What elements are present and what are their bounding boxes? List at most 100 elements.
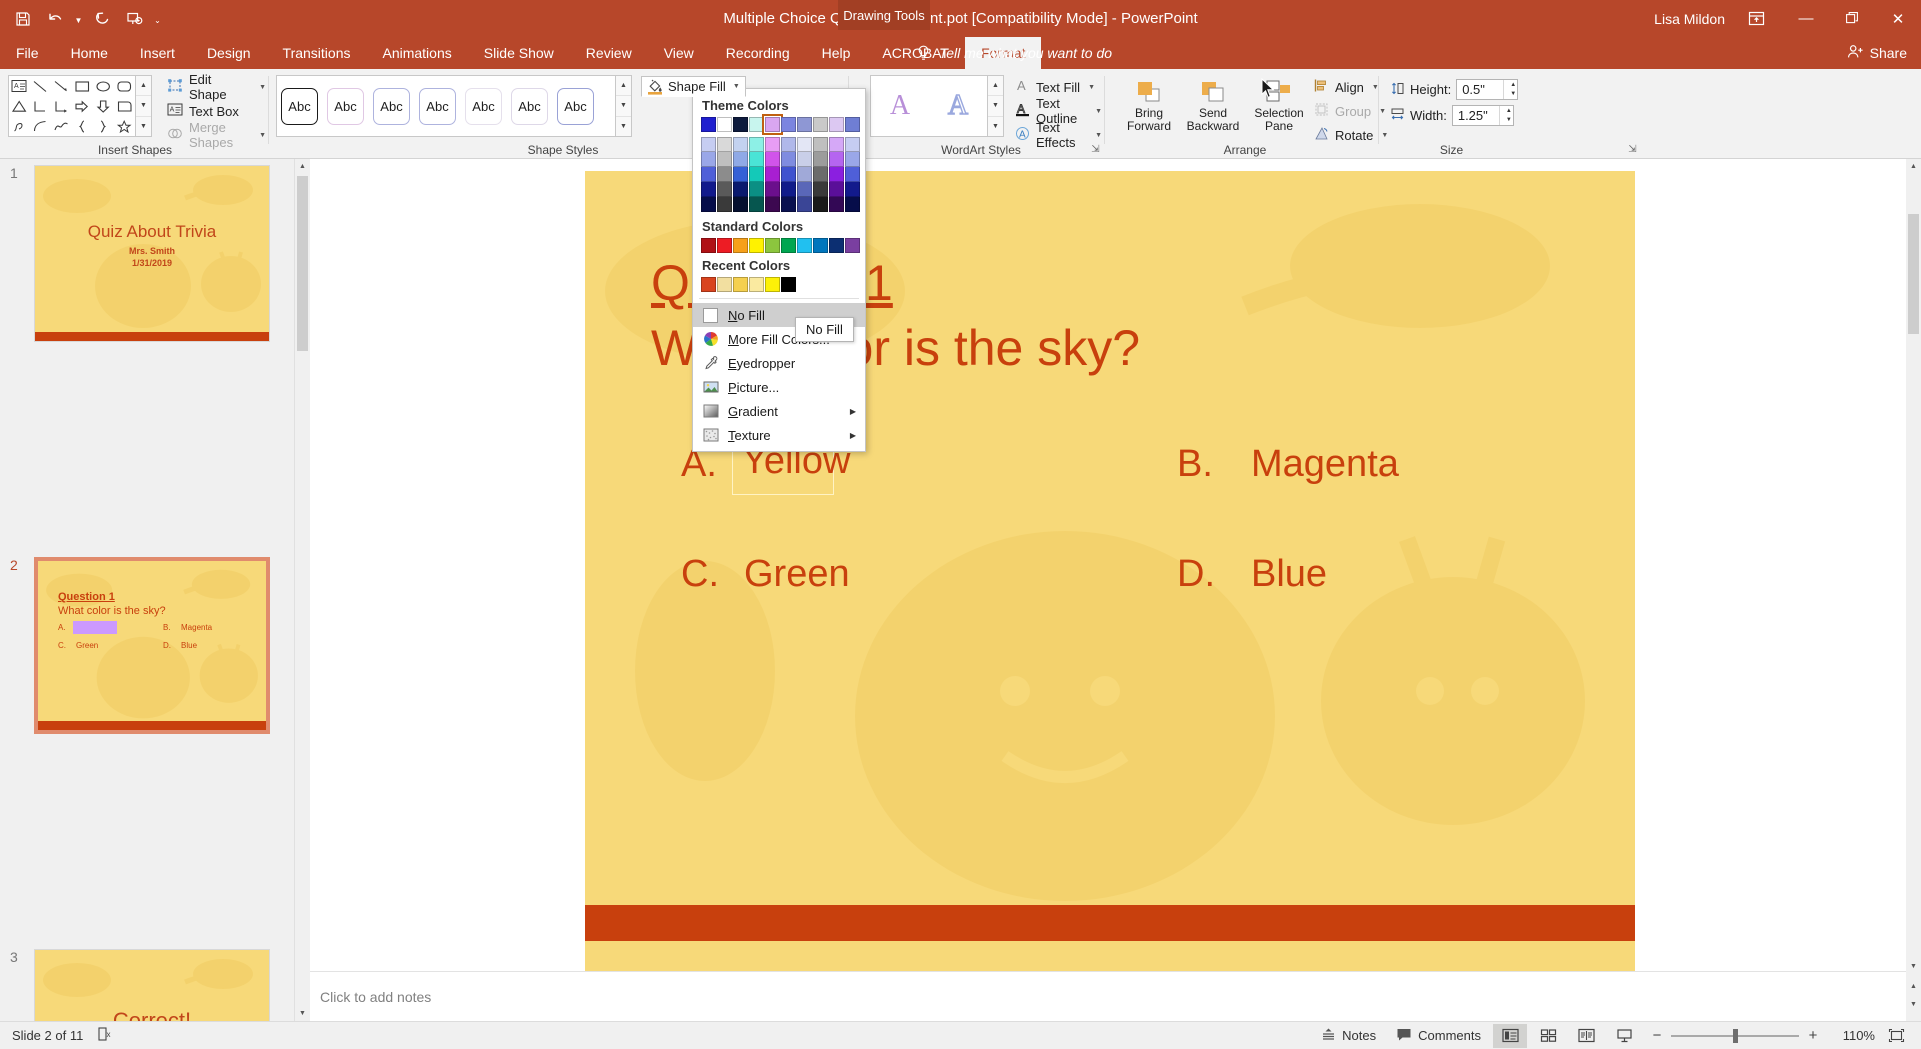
standard-color-9[interactable] bbox=[829, 238, 844, 253]
height-increase-icon[interactable]: ▲ bbox=[1509, 80, 1517, 90]
tab-animations[interactable]: Animations bbox=[366, 37, 467, 69]
theme-variant-9-1[interactable] bbox=[829, 137, 844, 152]
shape-style-3[interactable]: Abc bbox=[373, 87, 410, 125]
tab-insert[interactable]: Insert bbox=[124, 37, 191, 69]
theme-variant-5-3[interactable] bbox=[765, 167, 780, 182]
theme-variant-column-3[interactable] bbox=[733, 137, 748, 212]
theme-variant-4-1[interactable] bbox=[749, 137, 764, 152]
answer-c-text[interactable]: Green bbox=[744, 553, 850, 596]
shape-freeform-icon[interactable] bbox=[51, 116, 72, 136]
tab-design[interactable]: Design bbox=[191, 37, 267, 69]
theme-variant-4-2[interactable] bbox=[749, 152, 764, 167]
close-button[interactable]: ✕ bbox=[1875, 0, 1921, 37]
shape-elbow-arrow-icon[interactable] bbox=[51, 96, 72, 116]
restore-button[interactable] bbox=[1829, 0, 1875, 37]
wordart-dialog-launcher[interactable]: ⇲ bbox=[1089, 143, 1102, 156]
theme-variant-10-4[interactable] bbox=[845, 182, 860, 197]
tab-slide-show[interactable]: Slide Show bbox=[468, 37, 570, 69]
standard-color-1[interactable] bbox=[701, 238, 716, 253]
theme-variant-column-5[interactable] bbox=[765, 137, 780, 212]
theme-color-6[interactable] bbox=[781, 117, 796, 132]
theme-variant-5-5[interactable] bbox=[765, 197, 780, 212]
standard-color-10[interactable] bbox=[845, 238, 860, 253]
theme-variant-10-3[interactable] bbox=[845, 167, 860, 182]
fit-slide-to-window-button[interactable] bbox=[1879, 1024, 1913, 1048]
thumbnail-slide-1[interactable]: Quiz About Trivia Mrs. Smith 1/31/2019 bbox=[34, 165, 270, 342]
save-icon[interactable] bbox=[8, 4, 38, 34]
thumbnail-pane-scrollbar[interactable]: ▲ ▼ bbox=[294, 159, 310, 1021]
shapes-gallery-more-icon[interactable]: ▼ bbox=[136, 117, 151, 136]
shape-style-2[interactable]: Abc bbox=[327, 87, 364, 125]
zoom-level-label[interactable]: 110% bbox=[1829, 1028, 1875, 1043]
answer-b-text[interactable]: Magenta bbox=[1251, 443, 1399, 486]
recent-color-2[interactable] bbox=[717, 277, 732, 292]
theme-variant-10-5[interactable] bbox=[845, 197, 860, 212]
theme-color-5[interactable] bbox=[762, 114, 783, 135]
shape-triangle-icon[interactable] bbox=[9, 96, 30, 116]
theme-color-7[interactable] bbox=[797, 117, 812, 132]
send-backward-button[interactable]: Send Backward bbox=[1182, 74, 1244, 138]
shape-scribble-icon[interactable] bbox=[9, 116, 30, 136]
redo-icon[interactable] bbox=[87, 4, 117, 34]
theme-variant-2-4[interactable] bbox=[717, 182, 732, 197]
standard-colors-row[interactable] bbox=[693, 238, 865, 255]
slide-show-button[interactable] bbox=[1607, 1024, 1641, 1048]
height-stepper[interactable]: 0.5" ▲ ▼ bbox=[1456, 79, 1519, 100]
styles-scroll-down-icon[interactable]: ▼ bbox=[616, 96, 631, 117]
theme-variant-9-5[interactable] bbox=[829, 197, 844, 212]
theme-variant-10-2[interactable] bbox=[845, 152, 860, 167]
shape-curve-icon[interactable] bbox=[30, 116, 51, 136]
tab-help[interactable]: Help bbox=[806, 37, 867, 69]
thumbnail-slide-2[interactable]: Question 1 What color is the sky? A. B. … bbox=[34, 557, 270, 734]
recent-color-1[interactable] bbox=[701, 277, 716, 292]
wordart-gallery-scroll[interactable]: ▲ ▼ ▼ bbox=[988, 75, 1004, 137]
shape-flowchart-icon[interactable] bbox=[114, 96, 135, 116]
shape-line-icon[interactable] bbox=[30, 76, 51, 96]
height-decrease-icon[interactable]: ▼ bbox=[1509, 90, 1517, 100]
shapes-scroll-up-icon[interactable]: ▲ bbox=[136, 76, 151, 97]
theme-variant-5-4[interactable] bbox=[765, 182, 780, 197]
shape-rectangle-icon[interactable] bbox=[72, 76, 93, 96]
thumbnail-scroll-down-icon[interactable]: ▼ bbox=[295, 1006, 310, 1021]
theme-variant-6-2[interactable] bbox=[781, 152, 796, 167]
eyedropper-menu-item[interactable]: Eyedropper bbox=[693, 351, 865, 375]
minimize-button[interactable]: — bbox=[1783, 0, 1829, 37]
accessibility-icon[interactable]: x bbox=[97, 1026, 113, 1045]
shape-fill-dropdown[interactable]: Theme Colors Standard Colors Recent Colo… bbox=[692, 88, 866, 452]
editor-vertical-scrollbar[interactable]: ▲ ▼ ▲ ▼ bbox=[1906, 159, 1921, 1021]
standard-color-3[interactable] bbox=[733, 238, 748, 253]
standard-color-8[interactable] bbox=[813, 238, 828, 253]
slide-thumbnail-pane[interactable]: 1 Quiz About Trivia Mrs. Smith 1/31/2019… bbox=[0, 159, 294, 1021]
selection-pane-button[interactable]: Selection Pane bbox=[1248, 74, 1310, 138]
shape-left-brace-icon[interactable] bbox=[72, 116, 93, 136]
theme-variant-8-2[interactable] bbox=[813, 152, 828, 167]
editor-scroll-up-icon[interactable]: ▲ bbox=[1906, 159, 1921, 174]
ribbon-display-options-icon[interactable] bbox=[1739, 4, 1773, 34]
picture-menu-item[interactable]: Picture... bbox=[693, 375, 865, 399]
notes-button[interactable]: Notes bbox=[1313, 1024, 1384, 1048]
theme-variant-column-10[interactable] bbox=[845, 137, 860, 212]
slide-indicator[interactable]: Slide 2 of 11 bbox=[12, 1028, 83, 1043]
start-slideshow-icon[interactable] bbox=[119, 4, 149, 34]
editor-scrollbar-thumb[interactable] bbox=[1908, 214, 1919, 334]
text-fill-button[interactable]: A Text Fill ▼ bbox=[1011, 77, 1099, 97]
theme-variant-1-5[interactable] bbox=[701, 197, 716, 212]
edit-shape-button[interactable]: Edit Shape ▼ bbox=[163, 72, 270, 102]
shape-arrow-icon[interactable] bbox=[51, 76, 72, 96]
theme-variant-9-4[interactable] bbox=[829, 182, 844, 197]
wordart-styles-gallery[interactable]: A A bbox=[870, 75, 988, 137]
align-button[interactable]: Align ▼ bbox=[1310, 77, 1383, 97]
theme-variant-3-2[interactable] bbox=[733, 152, 748, 167]
standard-color-7[interactable] bbox=[797, 238, 812, 253]
theme-variant-2-5[interactable] bbox=[717, 197, 732, 212]
theme-variant-7-5[interactable] bbox=[797, 197, 812, 212]
recent-colors-row[interactable] bbox=[693, 277, 865, 294]
theme-variant-8-5[interactable] bbox=[813, 197, 828, 212]
shape-star-icon[interactable] bbox=[114, 116, 135, 136]
shape-down-arrow-icon[interactable] bbox=[93, 96, 114, 116]
theme-variant-6-1[interactable] bbox=[781, 137, 796, 152]
shapes-scroll-down-icon[interactable]: ▼ bbox=[136, 96, 151, 117]
theme-variant-column-2[interactable] bbox=[717, 137, 732, 212]
standard-color-6[interactable] bbox=[781, 238, 796, 253]
standard-color-4[interactable] bbox=[749, 238, 764, 253]
